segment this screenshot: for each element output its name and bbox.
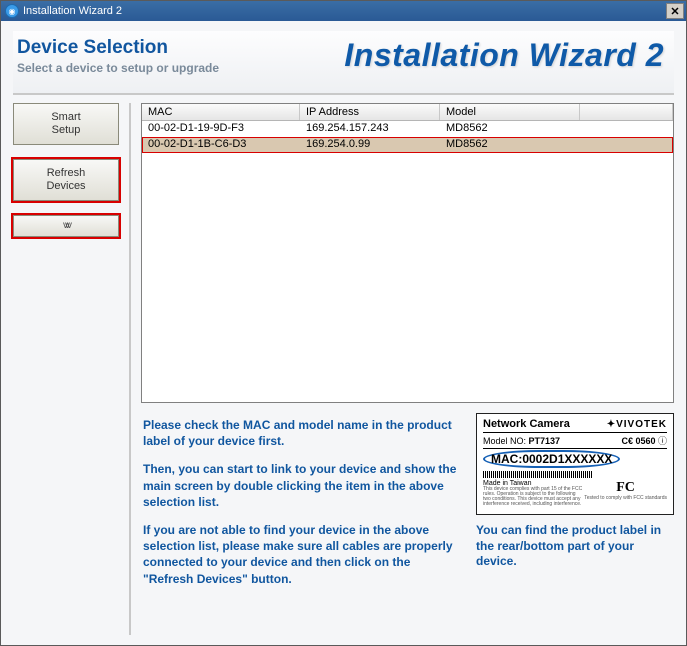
main: MAC IP Address Model 00-02-D1-19-9D-F316… xyxy=(141,103,674,635)
cell-model: MD8562 xyxy=(440,137,580,153)
label-model-no: PT7137 xyxy=(529,436,561,446)
label-brand: ✦VIVOTEK xyxy=(607,419,667,430)
app-icon: ◉ xyxy=(5,4,19,18)
close-button[interactable]: ✕ xyxy=(666,3,684,19)
table-body: 00-02-D1-19-9D-F3169.254.157.243MD856200… xyxy=(142,121,673,402)
window-title: Installation Wizard 2 xyxy=(23,5,122,17)
label-ce: C€ 0560 xyxy=(621,436,655,446)
below-table: Please check the MAC and model name in t… xyxy=(141,413,674,599)
col-mac[interactable]: MAC xyxy=(142,104,300,120)
sidebar: Smart Setup Refresh Devices vvv xyxy=(13,103,131,635)
col-spacer xyxy=(580,104,673,120)
content-area: Device Selection Select a device to setu… xyxy=(1,21,686,645)
page-title: Device Selection xyxy=(17,37,344,59)
app-window: ◉ Installation Wizard 2 ✕ Device Selecti… xyxy=(0,0,687,646)
instructions: Please check the MAC and model name in t… xyxy=(141,413,462,599)
col-ip[interactable]: IP Address xyxy=(300,104,440,120)
smart-setup-button[interactable]: Smart Setup xyxy=(13,103,119,145)
cell-mac: 00-02-D1-1B-C6-D3 xyxy=(142,137,300,153)
table-row[interactable]: 00-02-D1-19-9D-F3169.254.157.243MD8562 xyxy=(142,121,673,137)
titlebar: ◉ Installation Wizard 2 ✕ xyxy=(1,1,686,21)
page-subtitle: Select a device to setup or upgrade xyxy=(17,61,344,75)
product-label-image: Network Camera ✦VIVOTEK Model NO: PT7137… xyxy=(476,413,674,515)
table-header: MAC IP Address Model xyxy=(142,104,673,121)
refresh-devices-button[interactable]: Refresh Devices xyxy=(13,159,119,201)
cell-ip: 169.254.157.243 xyxy=(300,121,440,137)
fcc-icon: FC xyxy=(584,480,667,496)
brand-title: Installation Wizard 2 xyxy=(344,37,670,74)
label-caption: You can find the product label in the re… xyxy=(476,523,674,570)
label-mac-row: MAC:0002D1XXXXXX xyxy=(483,449,667,469)
label-fineprint: This device complies with part 15 of the… xyxy=(483,487,583,507)
instruction-p1: Please check the MAC and model name in t… xyxy=(143,417,460,449)
cell-ip: 169.254.0.99 xyxy=(300,137,440,153)
barcode-icon xyxy=(483,471,593,478)
fcc-fineprint: Tested to comply with FCC standards xyxy=(584,496,667,501)
col-model[interactable]: Model xyxy=(440,104,580,120)
cell-model: MD8562 xyxy=(440,121,580,137)
body: Smart Setup Refresh Devices vvv MAC IP A… xyxy=(13,103,674,635)
smart-setup-label-2: Setup xyxy=(52,124,81,137)
header: Device Selection Select a device to setu… xyxy=(13,31,674,95)
label-mac-value: 0002D1XXXXXX xyxy=(522,452,612,466)
label-title: Network Camera xyxy=(483,418,570,430)
refresh-label-1: Refresh xyxy=(47,167,86,180)
label-model-key: Model NO: xyxy=(483,436,526,446)
product-label-block: Network Camera ✦VIVOTEK Model NO: PT7137… xyxy=(476,413,674,599)
instruction-p2: Then, you can start to link to your devi… xyxy=(143,461,460,510)
chevron-down-icon: vvv xyxy=(63,220,69,232)
refresh-label-2: Devices xyxy=(46,180,85,193)
label-mac-key: MAC: xyxy=(491,452,522,466)
table-row[interactable]: 00-02-D1-1B-C6-D3169.254.0.99MD8562 xyxy=(142,137,673,153)
expand-button[interactable]: vvv xyxy=(13,215,119,237)
instruction-p3: If you are not able to find your device … xyxy=(143,522,460,587)
cell-mac: 00-02-D1-19-9D-F3 xyxy=(142,121,300,137)
device-table: MAC IP Address Model 00-02-D1-19-9D-F316… xyxy=(141,103,674,403)
smart-setup-label-1: Smart xyxy=(51,111,80,124)
